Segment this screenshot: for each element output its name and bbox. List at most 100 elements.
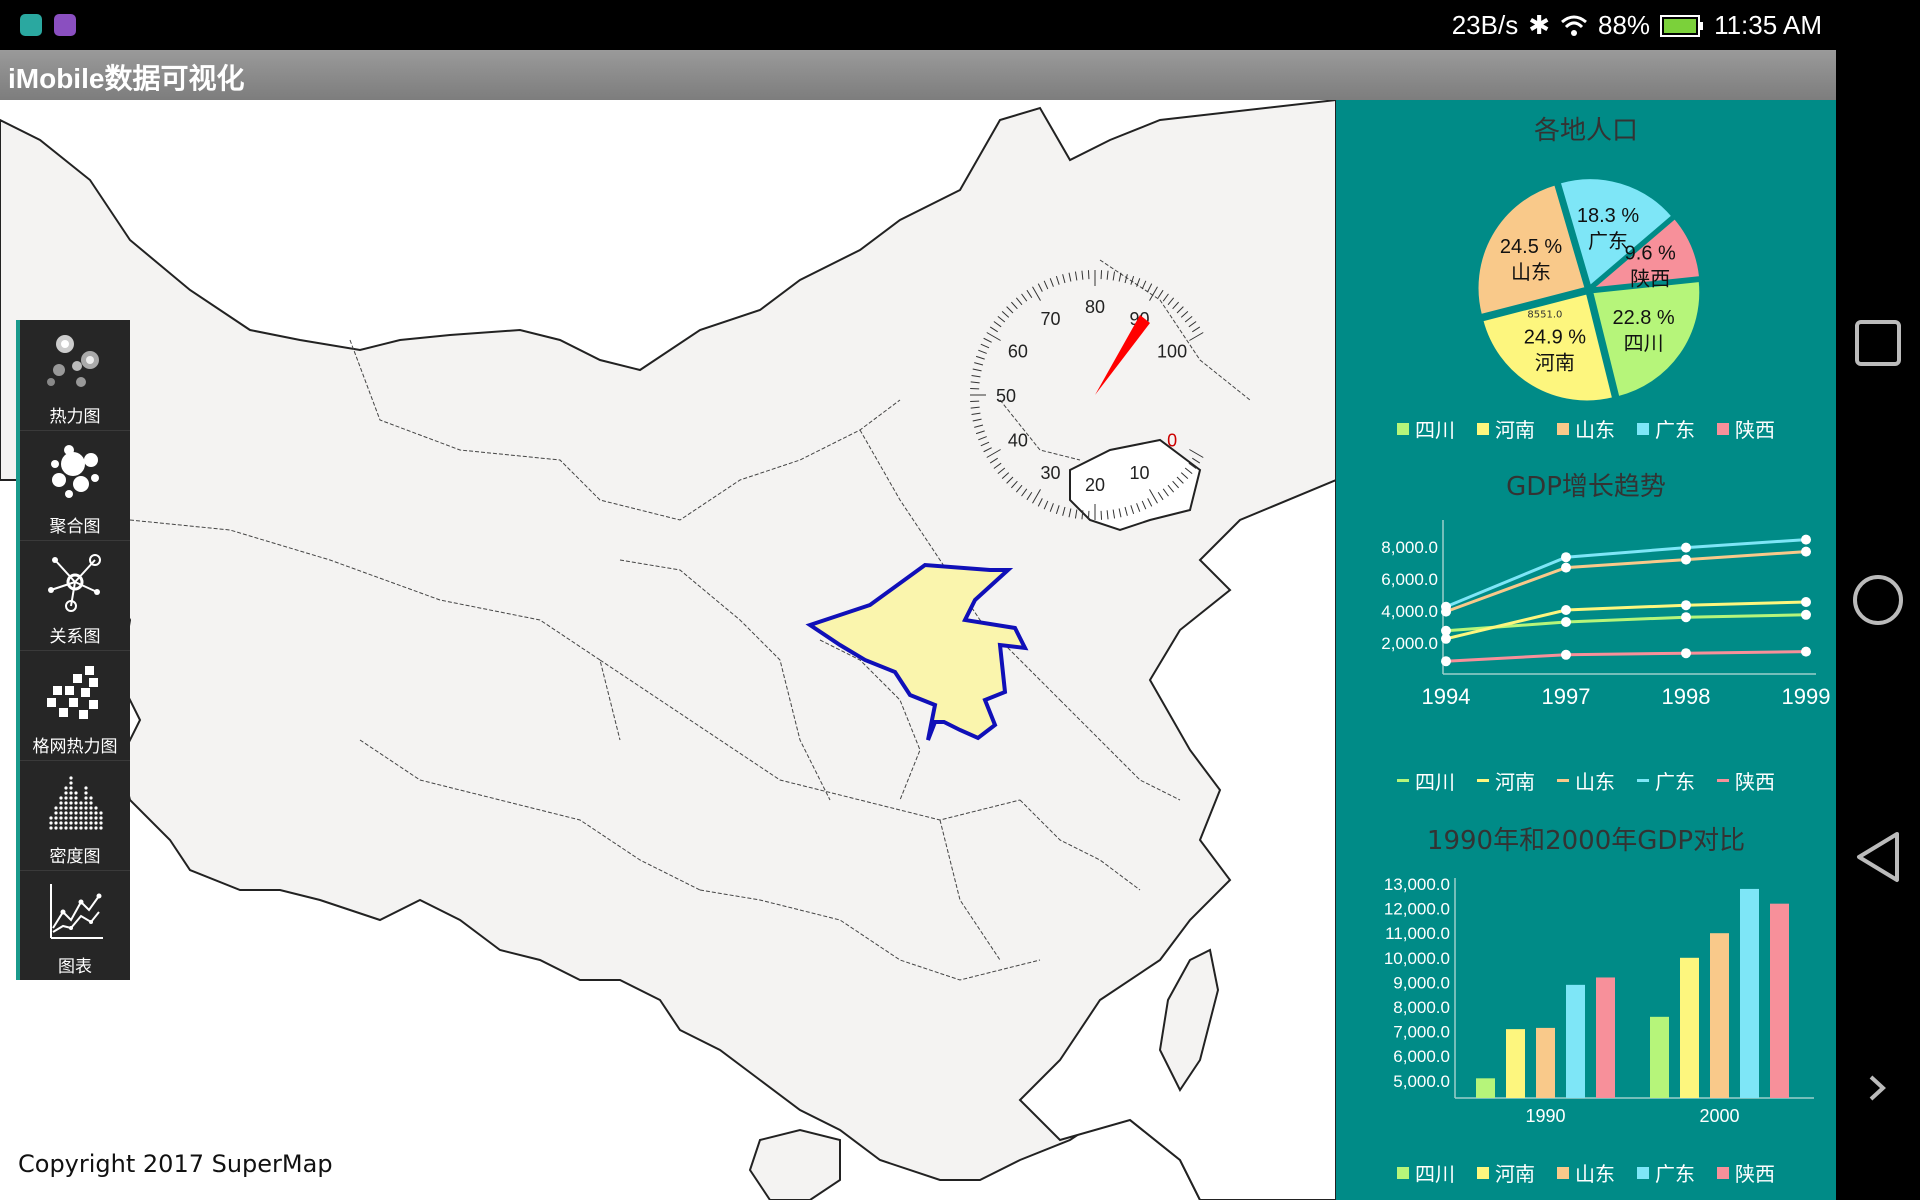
density-dot [84, 811, 88, 815]
chart-icon [50, 884, 103, 939]
legend-swatch [1397, 779, 1409, 782]
x-tick-label: 1999 [1782, 684, 1831, 709]
density-dot [64, 796, 68, 800]
legend-swatch [1637, 422, 1649, 435]
relation-icon [48, 554, 101, 612]
pie-slice-percent: 18.3 % [1577, 205, 1639, 227]
density-dot [84, 801, 88, 805]
legend-item: 河南 [1477, 766, 1535, 795]
tool-relation-label: 关系图 [49, 627, 101, 647]
pie-slice-label: 山东 [1511, 260, 1551, 284]
density-dot [64, 791, 68, 795]
bar-chart-title: 1990年和2000年GDP对比 [1426, 826, 1746, 856]
density-dot [94, 826, 98, 830]
legend-swatch [1717, 1166, 1729, 1179]
legend-swatch [1397, 422, 1409, 435]
line-point [1441, 601, 1451, 612]
network-speed: 23B/s [1451, 10, 1519, 40]
density-dot [84, 826, 88, 830]
density-dot [54, 816, 58, 820]
density-dot [49, 816, 53, 820]
legend-swatch [1717, 779, 1729, 782]
tool-grid-heatmap[interactable]: 格网热力图 [20, 650, 130, 761]
density-dot [69, 776, 73, 780]
density-dot [79, 801, 83, 805]
tool-density-label: 密度图 [49, 847, 101, 867]
legend-label: 陕西 [1735, 418, 1775, 442]
line-point [1801, 646, 1811, 657]
status-bar: 23B/s ✱ 88% 11:35 AM [0, 0, 1836, 50]
line-series [1445, 650, 1807, 663]
line-point [1681, 648, 1691, 659]
density-dot [49, 821, 53, 825]
home-icon[interactable] [1851, 573, 1905, 627]
legend-label: 山东 [1575, 770, 1615, 794]
density-dot [84, 786, 88, 790]
tool-heatmap[interactable]: 热力图 [20, 320, 130, 431]
density-dot [69, 791, 73, 795]
density-dot [99, 816, 103, 820]
map-view[interactable]: 0102030405060708090100 Copyright 2017 Su… [0, 100, 1336, 1200]
y-tick-label: 2,000.0 [1381, 634, 1438, 653]
pie-slice-label: 四川 [1624, 331, 1664, 355]
tool-grid-heatmap-label: 格网热力图 [32, 737, 118, 757]
legend-item: 山东 [1557, 414, 1615, 443]
density-dot [54, 811, 58, 815]
legend-swatch [1557, 1166, 1569, 1179]
tool-cluster[interactable]: 聚合图 [20, 430, 130, 541]
y-tick-label: 10,000.0 [1384, 949, 1450, 968]
density-dot [59, 811, 63, 815]
heatmap-icon [47, 335, 99, 387]
legend-swatch [1477, 422, 1489, 435]
y-tick-label: 12,000.0 [1384, 900, 1450, 919]
bar-legend: 四川 河南 山东 广东 陕西 [1336, 1158, 1836, 1187]
line-point [1681, 600, 1691, 611]
legend-label: 陕西 [1735, 1162, 1775, 1186]
density-dot [64, 826, 68, 830]
legend-item: 四川 [1397, 1158, 1455, 1187]
legend-swatch [1557, 779, 1569, 782]
density-dot [94, 811, 98, 815]
tool-chart-label: 图表 [58, 957, 92, 977]
back-icon[interactable] [1853, 830, 1903, 884]
pie-slice-percent: 24.9 % [1524, 326, 1586, 348]
pie-slice-percent: 22.8 % [1612, 307, 1674, 329]
app-title-bar: iMobile数据可视化 [0, 50, 1836, 100]
legend-item: 山东 [1557, 766, 1615, 795]
density-dot [74, 811, 78, 815]
chevron-right-icon[interactable] [1863, 1073, 1893, 1103]
density-dot [74, 821, 78, 825]
bar [1566, 984, 1585, 1098]
density-dot [64, 786, 68, 790]
bar [1740, 888, 1759, 1098]
line-point [1561, 605, 1571, 615]
line-point [1681, 612, 1691, 623]
tool-density[interactable]: 密度图 [20, 760, 130, 871]
recents-icon[interactable] [1853, 318, 1903, 368]
line-point [1441, 656, 1451, 667]
grid-heatmap-icon [47, 666, 98, 719]
legend-item: 四川 [1397, 414, 1455, 443]
y-tick-label: 11,000.0 [1385, 924, 1450, 943]
density-dot [89, 811, 93, 815]
density-dot [89, 796, 93, 800]
bar [1650, 1016, 1669, 1098]
app-notification-icon [20, 14, 42, 36]
tool-chart[interactable]: 图表 [20, 870, 130, 980]
tool-relation[interactable]: 关系图 [20, 540, 130, 651]
density-dot [69, 806, 73, 810]
density-dot [59, 796, 63, 800]
legend-swatch [1397, 1166, 1409, 1179]
line-point [1801, 609, 1811, 620]
legend-label: 河南 [1495, 770, 1535, 794]
density-dot [64, 816, 68, 820]
legend-label: 四川 [1415, 770, 1455, 794]
gauge-tick-label: 70 [1040, 309, 1060, 329]
gdp-compare-bar-chart: 5,000.0 6,000.0 7,000.0 8,000.0 9,000.0 10,00… [1384, 875, 1814, 1126]
gdp-trend-line-chart: 2,000.0 4,000.0 6,000.0 8,000.0 1994 1997 1998… [1381, 520, 1831, 709]
pie-slice-percent: 24.5 % [1500, 236, 1562, 258]
china-map[interactable]: 0102030405060708090100 [0, 100, 1336, 1200]
pie-slice-label: 陕西 [1630, 267, 1670, 291]
legend-swatch [1637, 779, 1649, 782]
bluetooth-icon: ✱ [1528, 10, 1551, 40]
